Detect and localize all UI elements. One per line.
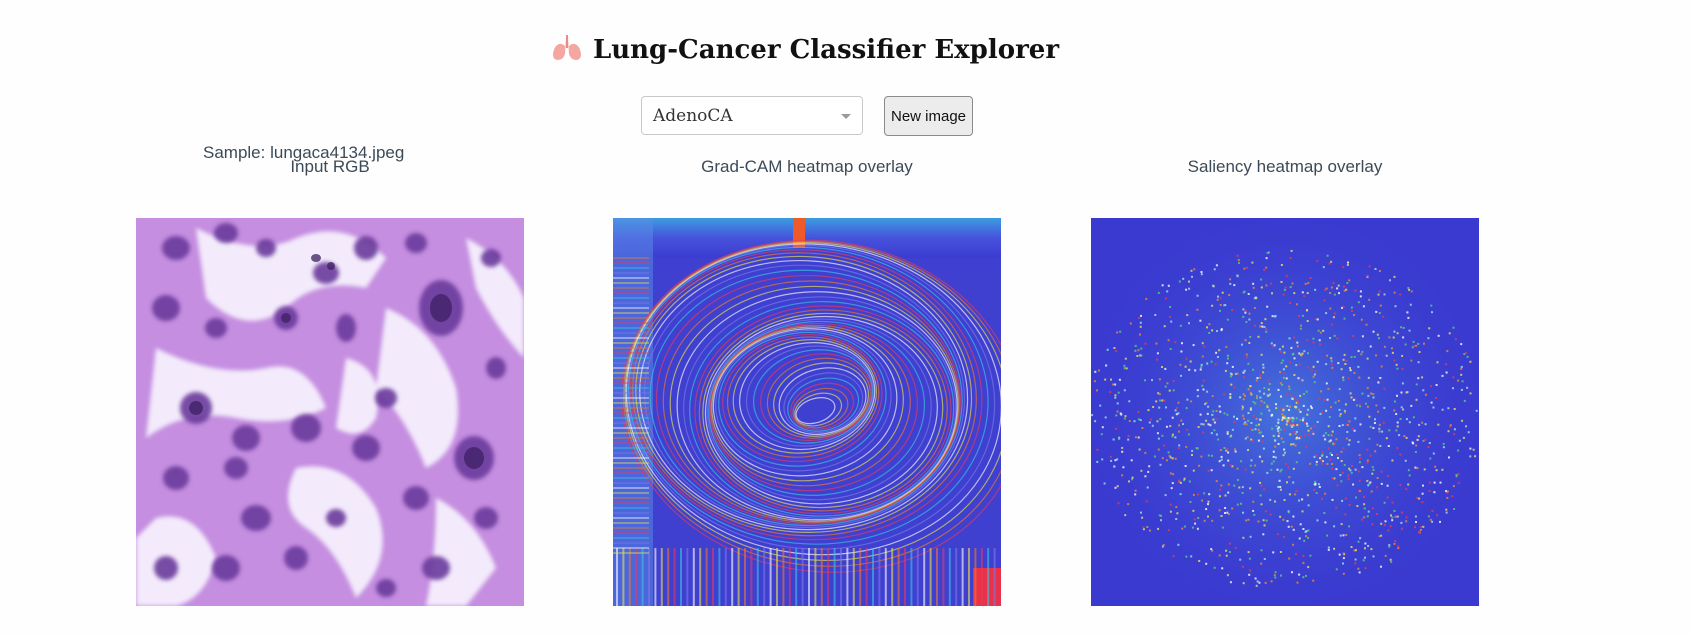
class-select-value: AdenoCA <box>653 106 733 126</box>
chevron-down-icon <box>841 114 851 119</box>
page-title: Lung-Cancer Classifier Explorer <box>0 34 1610 69</box>
panel-title-saliency: Saliency heatmap overlay <box>1187 157 1383 176</box>
input-rgb-image <box>136 218 524 606</box>
page-title-text: Lung-Cancer Classifier Explorer <box>592 35 1060 65</box>
new-image-button[interactable]: New image <box>884 96 973 136</box>
gradcam-overlay-image <box>613 218 1001 606</box>
panel-title-input-rgb: Input RGB <box>290 157 370 176</box>
class-select[interactable]: AdenoCA <box>641 96 863 135</box>
lungs-icon <box>551 34 583 69</box>
app-page: Lung-Cancer Classifier Explorer AdenoCA … <box>0 0 1693 636</box>
saliency-overlay-image <box>1091 218 1479 606</box>
panel-title-gradcam: Grad-CAM heatmap overlay <box>701 157 913 176</box>
